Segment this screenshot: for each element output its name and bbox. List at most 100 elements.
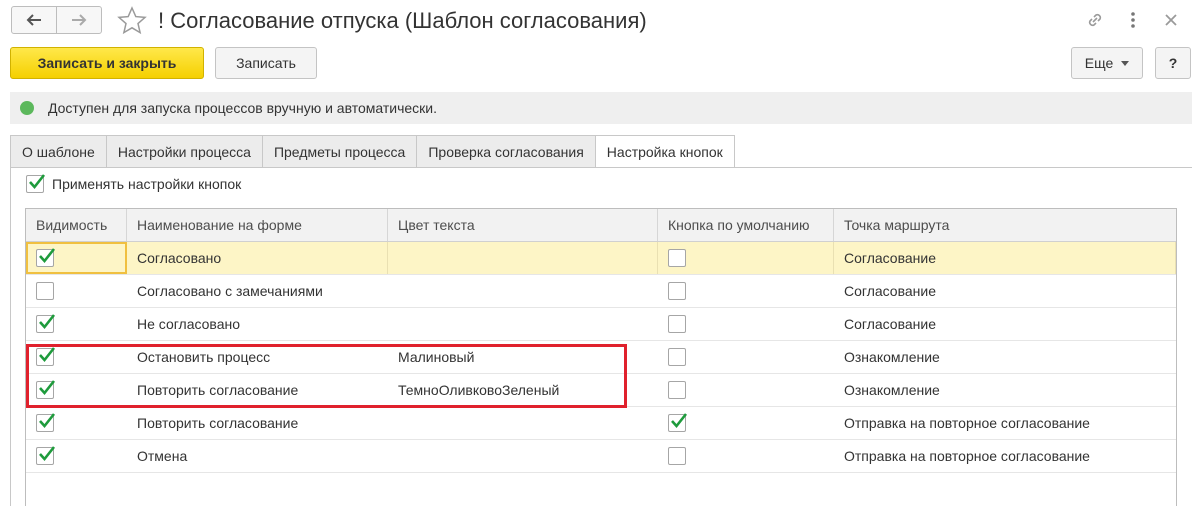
route-point-cell[interactable]: Ознакомление bbox=[834, 341, 1176, 373]
checkmark-icon bbox=[39, 446, 56, 462]
visibility-checkbox[interactable] bbox=[36, 314, 56, 333]
page-title: ! Согласование отпуска (Шаблон согласова… bbox=[158, 8, 647, 33]
default-button-cell[interactable] bbox=[658, 341, 834, 373]
column-header-route-point[interactable]: Точка маршрута bbox=[834, 209, 1176, 241]
more-label: Еще bbox=[1084, 55, 1114, 71]
more-menu-button[interactable]: Еще bbox=[1071, 47, 1143, 79]
name-cell[interactable]: Остановить процесс bbox=[127, 341, 388, 373]
name-cell[interactable]: Согласовано с замечаниями bbox=[127, 275, 388, 307]
visibility-checkbox[interactable] bbox=[36, 446, 56, 465]
route-point-cell[interactable]: Согласование bbox=[834, 275, 1176, 307]
apply-settings-label: Применять настройки кнопок bbox=[52, 176, 242, 192]
checkmark-icon bbox=[39, 413, 56, 429]
tab-approval-check[interactable]: Проверка согласования bbox=[416, 135, 596, 167]
text-color-cell[interactable] bbox=[388, 275, 658, 307]
visibility-cell[interactable] bbox=[26, 341, 127, 373]
text-color-cell[interactable]: Малиновый bbox=[388, 341, 658, 373]
save-and-close-button[interactable]: Записать и закрыть bbox=[10, 47, 204, 79]
default-button-checkbox[interactable] bbox=[668, 413, 688, 432]
name-cell[interactable]: Повторить согласование bbox=[127, 374, 388, 406]
column-header-visibility[interactable]: Видимость bbox=[26, 209, 127, 241]
default-button-cell[interactable] bbox=[658, 275, 834, 307]
text-color-cell[interactable]: ТемноОливковоЗеленый bbox=[388, 374, 658, 406]
route-point-cell[interactable]: Ознакомление bbox=[834, 374, 1176, 406]
default-button-checkbox[interactable] bbox=[668, 447, 686, 465]
tab-bar: О шаблоне Настройки процесса Предметы пр… bbox=[10, 135, 735, 168]
tab-divider bbox=[10, 167, 1192, 168]
visibility-checkbox[interactable] bbox=[36, 347, 56, 366]
checkmark-icon bbox=[39, 314, 56, 330]
text-color-cell[interactable] bbox=[388, 407, 658, 439]
link-icon[interactable] bbox=[1085, 8, 1105, 32]
default-button-cell[interactable] bbox=[658, 374, 834, 406]
more-vertical-icon[interactable] bbox=[1123, 8, 1143, 32]
checkmark-icon bbox=[39, 380, 56, 396]
route-point-cell[interactable]: Отправка на повторное согласование bbox=[834, 407, 1176, 439]
visibility-cell[interactable] bbox=[26, 440, 127, 472]
visibility-cell[interactable] bbox=[26, 242, 127, 274]
forward-button[interactable] bbox=[56, 7, 101, 33]
table-row[interactable]: Согласовано с замечаниями Согласование bbox=[26, 275, 1176, 308]
buttons-table: Видимость Наименование на форме Цвет тек… bbox=[25, 208, 1177, 506]
column-header-default-button[interactable]: Кнопка по умолчанию bbox=[658, 209, 834, 241]
default-button-checkbox[interactable] bbox=[668, 282, 686, 300]
name-cell[interactable]: Согласовано bbox=[127, 242, 388, 274]
text-color-cell[interactable] bbox=[388, 308, 658, 340]
tab-about-template[interactable]: О шаблоне bbox=[10, 135, 107, 167]
table-row[interactable]: Повторить согласование ТемноОливковоЗелен… bbox=[26, 374, 1176, 407]
checkmark-icon bbox=[39, 248, 56, 264]
default-button-cell[interactable] bbox=[658, 440, 834, 472]
tab-button-settings[interactable]: Настройка кнопок bbox=[594, 135, 735, 168]
chevron-down-icon bbox=[1121, 60, 1130, 66]
title-bar: ! Согласование отпуска (Шаблон согласова… bbox=[0, 0, 1197, 42]
visibility-checkbox[interactable] bbox=[36, 380, 56, 399]
save-button[interactable]: Записать bbox=[215, 47, 317, 79]
visibility-cell[interactable] bbox=[26, 308, 127, 340]
status-indicator-icon bbox=[20, 101, 34, 115]
column-header-name[interactable]: Наименование на форме bbox=[127, 209, 388, 241]
default-button-cell[interactable] bbox=[658, 407, 834, 439]
checkmark-icon bbox=[671, 413, 688, 429]
name-cell[interactable]: Повторить согласование bbox=[127, 407, 388, 439]
table-row[interactable]: Повторить согласование Отправка на повтор… bbox=[26, 407, 1176, 440]
status-bar: Доступен для запуска процессов вручную и… bbox=[10, 92, 1192, 124]
visibility-cell[interactable] bbox=[26, 407, 127, 439]
back-button[interactable] bbox=[12, 7, 56, 33]
route-point-cell[interactable]: Согласование bbox=[834, 308, 1176, 340]
tab-process-settings[interactable]: Настройки процесса bbox=[105, 135, 263, 167]
favorite-star-icon[interactable] bbox=[117, 6, 147, 36]
default-button-cell[interactable] bbox=[658, 308, 834, 340]
apply-settings-row: Применять настройки кнопок bbox=[26, 174, 242, 193]
visibility-checkbox[interactable] bbox=[36, 413, 56, 432]
tab-process-subjects[interactable]: Предметы процесса bbox=[261, 135, 418, 167]
table-row[interactable]: Отмена Отправка на повторное согласование bbox=[26, 440, 1176, 473]
text-color-cell[interactable] bbox=[388, 440, 658, 472]
arrow-right-icon bbox=[72, 14, 87, 26]
default-button-cell[interactable] bbox=[658, 242, 834, 274]
checkmark-icon bbox=[29, 174, 46, 190]
help-button[interactable]: ? bbox=[1155, 47, 1191, 79]
visibility-cell[interactable] bbox=[26, 374, 127, 406]
table-row[interactable]: Не согласовано Согласование bbox=[26, 308, 1176, 341]
default-button-checkbox[interactable] bbox=[668, 381, 686, 399]
close-icon[interactable] bbox=[1161, 8, 1181, 32]
default-button-checkbox[interactable] bbox=[668, 249, 686, 267]
visibility-checkbox[interactable] bbox=[36, 282, 54, 300]
name-cell[interactable]: Не согласовано bbox=[127, 308, 388, 340]
default-button-checkbox[interactable] bbox=[668, 348, 686, 366]
route-point-cell[interactable]: Согласование bbox=[834, 242, 1176, 274]
route-point-cell[interactable]: Отправка на повторное согласование bbox=[834, 440, 1176, 472]
apply-settings-checkbox[interactable] bbox=[26, 174, 46, 193]
nav-buttons bbox=[11, 6, 102, 34]
status-text: Доступен для запуска процессов вручную и… bbox=[48, 100, 437, 116]
visibility-checkbox[interactable] bbox=[36, 248, 56, 267]
name-cell[interactable]: Отмена bbox=[127, 440, 388, 472]
visibility-cell[interactable] bbox=[26, 275, 127, 307]
table-row[interactable]: Остановить процесс Малиновый Ознакомление bbox=[26, 341, 1176, 374]
table-header: Видимость Наименование на форме Цвет тек… bbox=[26, 209, 1176, 242]
table-row[interactable]: Согласовано Согласование bbox=[26, 242, 1176, 275]
default-button-checkbox[interactable] bbox=[668, 315, 686, 333]
column-header-text-color[interactable]: Цвет текста bbox=[388, 209, 658, 241]
checkmark-icon bbox=[39, 347, 56, 363]
text-color-cell[interactable] bbox=[388, 242, 658, 274]
